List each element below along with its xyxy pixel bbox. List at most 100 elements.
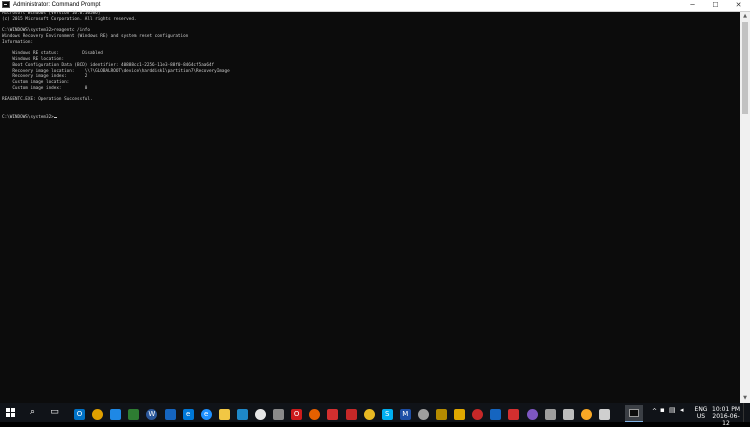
language-indicator[interactable]: ENG US <box>693 406 709 420</box>
taskbar-app[interactable] <box>344 405 359 420</box>
vertical-scrollbar[interactable]: ▲ ▼ <box>740 12 750 403</box>
taskbar-app[interactable] <box>126 405 141 420</box>
console-line: Microsoft Windows [Version 10.0.10586] <box>2 11 101 16</box>
network-app-icon <box>417 409 429 420</box>
taskbar-app[interactable] <box>452 405 467 420</box>
taskbar-app[interactable]: M <box>398 405 413 420</box>
edge-icon: e <box>182 409 194 420</box>
start-button[interactable] <box>3 405 18 420</box>
photos-icon <box>236 409 248 420</box>
scrollbar-thumb[interactable] <box>742 22 748 114</box>
taskbar-app[interactable]: W <box>144 405 159 420</box>
device-app-icon <box>544 409 556 420</box>
taskbar-app[interactable] <box>543 405 558 420</box>
windows-logo-icon <box>6 408 10 412</box>
internet-explorer-icon: e <box>200 409 212 420</box>
minimize-button[interactable]: ─ <box>681 0 704 10</box>
console-line: Windows Recovery Environment (Windows RE… <box>2 34 189 39</box>
blue-app-icon <box>164 409 176 420</box>
red-app-icon <box>327 409 339 420</box>
scroll-down-arrow[interactable]: ▼ <box>740 394 750 403</box>
taskbar-app[interactable] <box>416 405 431 420</box>
blocked-app-icon <box>472 409 484 420</box>
grey-app-icon <box>598 409 610 420</box>
store-icon <box>255 409 266 420</box>
word-icon: W <box>146 409 158 420</box>
maximize-button[interactable]: ☐ <box>704 0 727 10</box>
yellow-app-icon <box>580 409 592 420</box>
chrome-icon <box>92 409 104 420</box>
close-button[interactable]: ✕ <box>727 0 750 10</box>
notification-area-icon[interactable]: ▪ <box>660 407 665 414</box>
skype-icon: S <box>381 409 393 420</box>
opera-icon: O <box>291 409 303 420</box>
tool-app-icon <box>454 409 466 420</box>
taskbar-app[interactable] <box>271 405 286 420</box>
firefox-icon <box>309 409 321 420</box>
image-viewer-icon <box>128 409 140 420</box>
taskbar-app[interactable] <box>561 405 576 420</box>
taskbar-app[interactable] <box>90 405 105 420</box>
taskbar-app[interactable] <box>434 405 449 420</box>
settings-app-icon <box>490 409 502 420</box>
taskbar-app[interactable] <box>253 405 268 420</box>
console-output-area[interactable]: Microsoft Windows [Version 10.0.10586] (… <box>0 11 740 403</box>
language-code: ENG <box>694 406 708 413</box>
taskbar-app[interactable] <box>325 405 340 420</box>
task-view-icon[interactable]: ▭ <box>47 406 62 419</box>
search-icon[interactable]: ⌕ <box>25 406 40 419</box>
show-hidden-icons[interactable]: ^ <box>652 408 657 415</box>
show-desktop-button[interactable] <box>743 403 750 422</box>
clock[interactable]: 10:01 PM 2016-06-12 <box>711 406 741 427</box>
clock-date: 2016-06-12 <box>712 413 740 427</box>
drive-app-icon <box>562 409 574 420</box>
console-line: (c) 2015 Microsoft Corporation. All righ… <box>2 16 137 22</box>
taskbar-app[interactable] <box>597 405 612 420</box>
taskbar-app[interactable] <box>506 405 521 420</box>
taskbar-app[interactable]: O <box>72 405 87 420</box>
taskbar: ⌕ ▭ O Wee O SM ^ ▪ ▤ ◂ ENG US 10:01 PM 2016… <box>0 403 750 427</box>
console-line: C:\WINDOWS\system32> <box>2 114 54 120</box>
console-line: Custom image index: 0 <box>2 85 88 91</box>
taskbar-app[interactable]: e <box>181 405 196 420</box>
pdf-icon <box>508 409 520 420</box>
console-line: C:\WINDOWS\system32>reagentc /info <box>2 28 90 34</box>
media-player-icon <box>436 409 447 420</box>
taskbar-app[interactable] <box>163 405 178 420</box>
taskbar-app[interactable] <box>525 405 540 420</box>
console-line: Recovery image location: \\?\GLOBALROOT\… <box>2 68 230 74</box>
taskbar-app[interactable] <box>488 405 503 420</box>
taskbar-app[interactable]: S <box>380 405 395 420</box>
taskbar-app[interactable]: e <box>199 405 214 420</box>
video-app-icon <box>345 409 357 420</box>
taskbar-app[interactable] <box>217 405 232 420</box>
text-cursor <box>53 116 57 118</box>
volume-icon[interactable]: ◂ <box>680 407 684 414</box>
taskbar-command-prompt[interactable] <box>625 405 643 422</box>
taskbar-app[interactable] <box>362 405 377 420</box>
console-line: Recovery image index: 2 <box>2 74 88 80</box>
taskbar-app[interactable] <box>307 405 322 420</box>
magnifier-app-icon <box>110 409 122 420</box>
taskbar-app[interactable]: O <box>289 405 304 420</box>
taskbar-app[interactable] <box>235 405 250 420</box>
scroll-up-arrow[interactable]: ▲ <box>740 12 750 21</box>
network-icon[interactable]: ▤ <box>669 407 676 414</box>
file-explorer-icon <box>218 409 230 420</box>
command-prompt-icon <box>629 409 639 417</box>
console-line: Information: <box>2 39 34 45</box>
region-code: US <box>696 413 706 420</box>
console-line: Custom image location: <box>2 80 70 85</box>
console-text: Microsoft Windows [Version 10.0.10586] (… <box>2 11 230 120</box>
taskbar-app[interactable] <box>470 405 485 420</box>
command-prompt-icon <box>2 1 10 8</box>
clock-time: 10:01 PM <box>712 406 740 413</box>
outlook-icon: O <box>74 409 85 420</box>
console-line: Boot Configuration Data (BCD) identifier… <box>2 62 215 68</box>
taskbar-app[interactable] <box>108 405 123 420</box>
console-line: REAGENTC.EXE: Operation Successful. <box>2 97 93 103</box>
malwarebytes-icon: M <box>399 409 411 420</box>
calculator-icon <box>273 409 285 420</box>
taskbar-app[interactable] <box>579 405 594 420</box>
window-title: Administrator: Command Prompt <box>13 2 101 8</box>
